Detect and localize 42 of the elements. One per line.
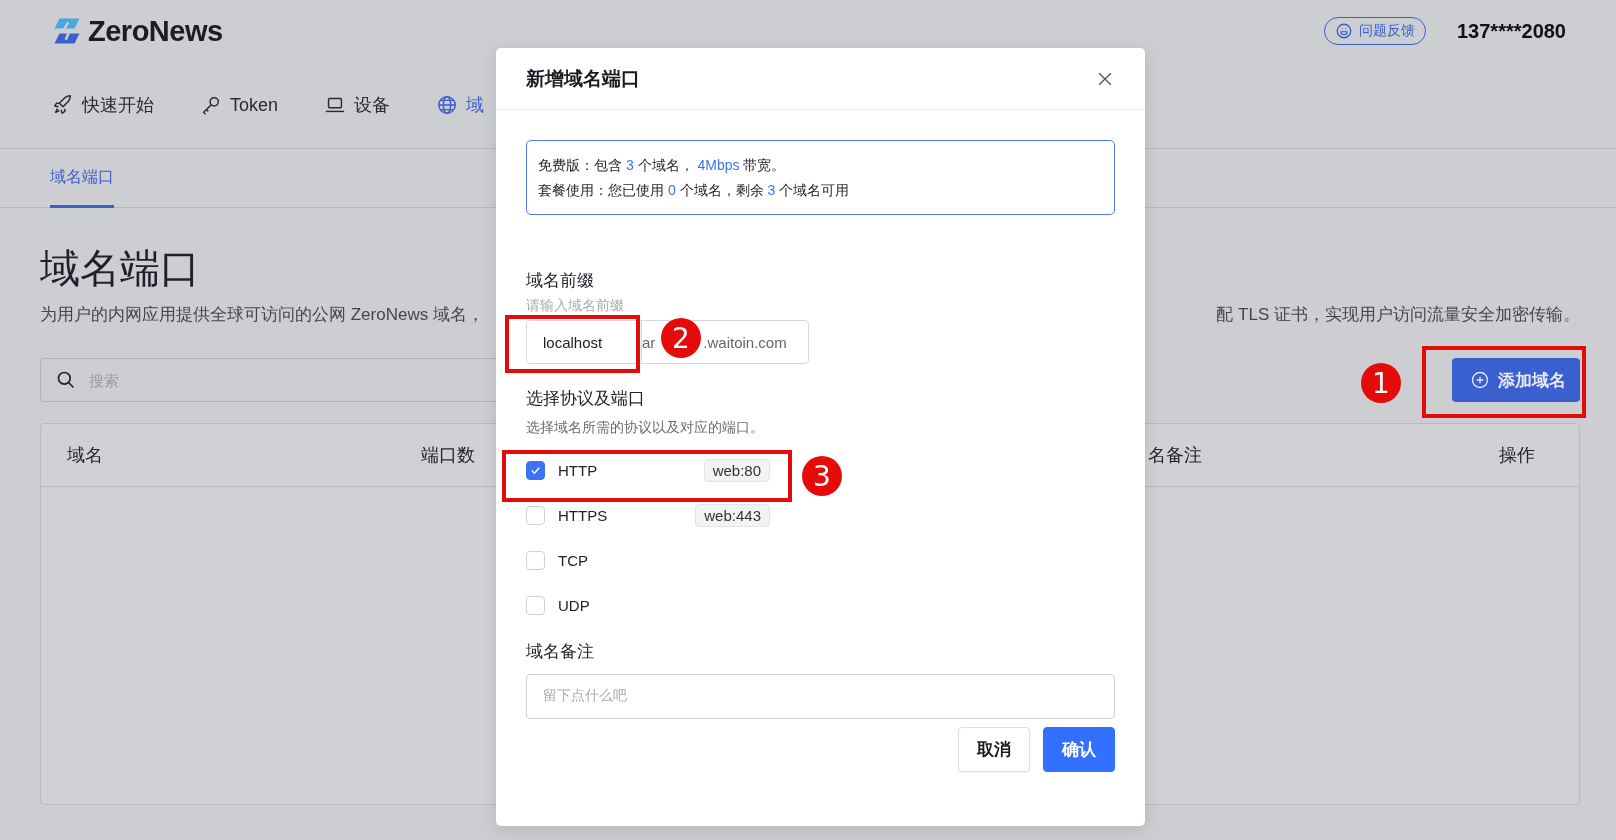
field-label: 域名前缀 [526,270,594,292]
smiley-icon [1335,22,1353,40]
field-label: 选择协议及端口 [526,388,645,410]
field-description: 选择域名所需的协议以及对应的端口。 [526,418,764,437]
column-header: 端口数 [421,445,475,465]
rocket-icon [52,94,74,116]
column-header: 操作 [1499,445,1535,465]
confirm-button[interactable]: 确认 [1043,727,1115,772]
dialog-title: 新增域名端口 [526,66,641,91]
cancel-button[interactable]: 取消 [958,727,1030,772]
field-hint: 请输入域名前缀 [526,296,624,314]
plan-info-text: 套餐使用：您已使用 0 个域名，剩余 3 个域名可用 [538,181,851,200]
checkbox[interactable] [526,461,545,480]
sub-tab[interactable]: 域名端口 [50,149,114,208]
search-icon [56,370,76,390]
checkbox-label: UDP [558,597,591,614]
column-header: 域名 [67,445,103,465]
brand-name: ZeroNews [88,14,223,48]
page-description: 为用户的内网应用提供全球可访问的公网 ZeroNews 域名， [40,304,484,326]
nav-tab[interactable]: 快速开始 [52,93,154,117]
checkbox-label: TCP [558,552,589,569]
checkbox-label: HTTPS [558,507,609,524]
domain-suffix: .waitoin.com [703,333,787,351]
plus-circle-icon [1470,370,1490,390]
checkbox-label: HTTP [558,462,599,479]
nav-tab[interactable]: 域 [436,93,485,117]
nav-tab[interactable]: 设备 [324,93,391,117]
globe-icon [436,94,459,116]
nav-tab[interactable]: Token [200,94,279,116]
column-header: 名备注 [1148,445,1202,465]
remark-field[interactable]: 留下点什么吧 [526,674,1115,719]
add-domain-button[interactable]: 添加域名 [1452,358,1580,402]
domain-suffix: ar [642,333,656,351]
field-label: 域名备注 [526,641,594,663]
page-description: 配 TLS 证书，实现用户访问流量安全加密传输。 [1216,304,1580,326]
key-icon [200,94,222,116]
plan-info-text: 免费版：包含 3 个域名， 4Mbps 带宽。 [538,156,787,175]
page-title: 域名端口 [40,245,200,292]
step-number: 1 [1361,363,1401,403]
user-phone[interactable]: 137****2080 [1457,19,1566,43]
port-tag: web:443 [695,504,770,527]
port-tag: web:80 [703,459,770,482]
